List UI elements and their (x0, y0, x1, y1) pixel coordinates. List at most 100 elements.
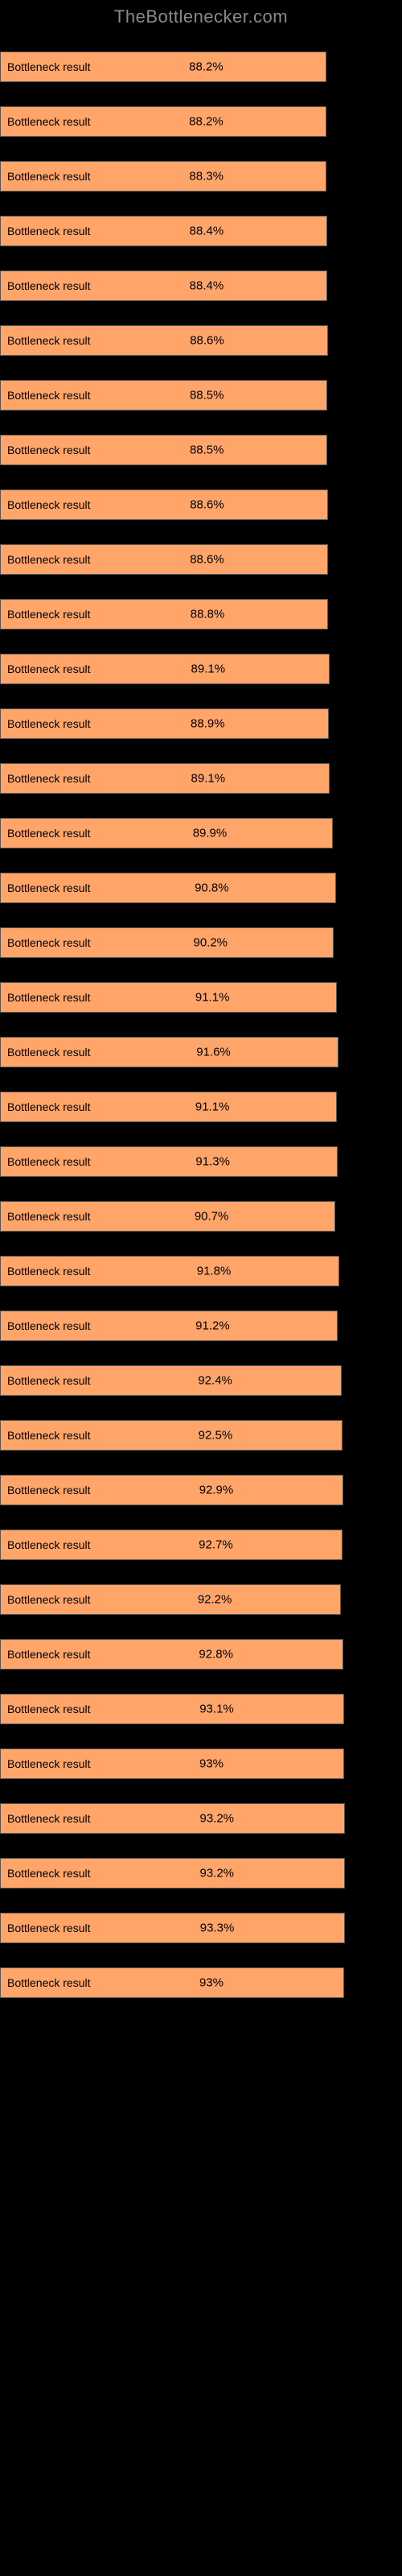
row-spacer (0, 414, 370, 435)
bar-track: Bottleneck result88.6% (0, 325, 370, 356)
row-spacer (0, 961, 370, 982)
bar: Bottleneck result 89.9% (0, 818, 333, 848)
bar-row: Bottleneck result91.2% (0, 1290, 370, 1341)
bar-track: Bottleneck result 90.8% (0, 873, 370, 903)
row-spacer (0, 633, 370, 654)
bar-category-label: Bottleneck result (7, 1210, 91, 1223)
row-spacer (0, 687, 370, 708)
bar-track: Bottleneck result91.2% (0, 1311, 370, 1341)
bar-category-label: Bottleneck result (7, 1593, 91, 1606)
row-spacer (0, 1125, 370, 1146)
row-spacer (0, 1180, 370, 1201)
bar-value-label: 91.8% (197, 1265, 232, 1278)
bar: Bottleneck result93% (0, 1967, 344, 1998)
bar-value-label: 89.1% (191, 772, 226, 786)
bar-track: Bottleneck result88.4% (0, 216, 370, 246)
bar-row: Bottleneck result 90.2% (0, 906, 370, 958)
bar: Bottleneck result88.6% (0, 544, 328, 575)
bar-value-label: 92.8% (199, 1648, 233, 1662)
bar-track: Bottleneck result88.5% (0, 435, 370, 465)
row-spacer (0, 1837, 370, 1858)
bar: Bottleneck result88.6% (0, 325, 328, 356)
bar-category-label: Bottleneck result (7, 1374, 91, 1387)
bar-track: Bottleneck result93% (0, 1967, 370, 1998)
row-spacer (0, 1673, 370, 1694)
bar-category-label: Bottleneck result (7, 498, 91, 511)
bar-track: Bottleneck result 91.8% (0, 1256, 370, 1286)
bar-row: Bottleneck result 92.4% (0, 1344, 370, 1396)
bar-row: Bottleneck result91.6% (0, 1016, 370, 1067)
bar-track: Bottleneck result88.9% (0, 708, 370, 739)
row-spacer (0, 140, 370, 161)
bar-track: Bottleneck result88.2% (0, 52, 370, 82)
row-spacer (0, 250, 370, 270)
bar-row: Bottleneck result 91.8% (0, 1235, 370, 1286)
bar-track: Bottleneck result93.3% (0, 1913, 370, 1943)
bar: Bottleneck result 90.8% (0, 873, 336, 903)
bar-value-label: 91.2% (195, 1319, 230, 1333)
bar: Bottleneck result93.2% (0, 1858, 345, 1889)
bar-row: Bottleneck result93% (0, 1946, 370, 1998)
bar-track: Bottleneck result92.9% (0, 1475, 370, 1505)
bar-chart: Bottleneck result88.2%Bottleneck result8… (0, 31, 402, 1998)
bar-value-label: 89.9% (193, 827, 228, 840)
bar-track: Bottleneck result 92.7% (0, 1530, 370, 1560)
bar-category-label: Bottleneck result (7, 1648, 91, 1661)
bar: Bottleneck result92.5% (0, 1420, 343, 1451)
bar-value-label: 91.1% (195, 1100, 230, 1114)
bar-value-label: 88.8% (191, 608, 225, 621)
row-spacer (0, 1399, 370, 1420)
bar-category-label: Bottleneck result (7, 772, 91, 785)
bar-track: Bottleneck result88.2% (0, 106, 370, 137)
bar-value-label: 88.6% (190, 498, 224, 512)
bar-category-label: Bottleneck result (7, 1538, 91, 1551)
bar-category-label: Bottleneck result (7, 1922, 91, 1934)
bar-track: Bottleneck result 90.2% (0, 927, 370, 958)
bar-track: Bottleneck result 88.4% (0, 270, 370, 301)
bar-value-label: 92.2% (198, 1593, 232, 1607)
bar-value-label: 93% (199, 1976, 224, 1990)
bar-value-label: 90.2% (193, 936, 228, 950)
bar-track: Bottleneck result 88.6% (0, 489, 370, 520)
bar-category-label: Bottleneck result (7, 115, 91, 128)
bar-track: Bottleneck result88.3% (0, 161, 370, 192)
bar-row: Bottleneck result91.1% (0, 961, 370, 1013)
bar-value-label: 93% (199, 1757, 224, 1771)
bar: Bottleneck result91.2% (0, 1311, 338, 1341)
bar-value-label: 88.6% (190, 334, 224, 348)
bar: Bottleneck result92.9% (0, 1475, 343, 1505)
bar: Bottleneck result88.2% (0, 106, 326, 137)
bar-row: Bottleneck result88.5% (0, 414, 370, 465)
bar-track: Bottleneck result 92.2% (0, 1584, 370, 1615)
bar-track: Bottleneck result 88.8% (0, 599, 370, 630)
bar-category-label: Bottleneck result (7, 827, 91, 840)
site-title: TheBottlenecker.com (0, 0, 402, 31)
bar-value-label: 92.7% (199, 1538, 233, 1552)
bar-value-label: 92.4% (198, 1374, 232, 1388)
bar-row: Bottleneck result90.7% (0, 1180, 370, 1232)
bar-category-label: Bottleneck result (7, 991, 91, 1004)
bar-category-label: Bottleneck result (7, 881, 91, 894)
bar: Bottleneck result93.1% (0, 1694, 344, 1724)
bar-category-label: Bottleneck result (7, 936, 91, 949)
bar-row: Bottleneck result91.3% (0, 1125, 370, 1177)
bar-category-label: Bottleneck result (7, 608, 91, 621)
bar-category-label: Bottleneck result (7, 1265, 91, 1278)
bar-value-label: 93.2% (199, 1812, 234, 1826)
bar: Bottleneck result 92.2% (0, 1584, 341, 1615)
row-spacer (0, 1454, 370, 1475)
bar: Bottleneck result88.3% (0, 161, 326, 192)
bar-track: Bottleneck result93.1% (0, 1694, 370, 1724)
bar-category-label: Bottleneck result (7, 1757, 91, 1770)
bar-category-label: Bottleneck result (7, 279, 91, 292)
bar-row: Bottleneck result92.5% (0, 1399, 370, 1451)
bar-value-label: 88.6% (190, 553, 224, 567)
bar-value-label: 90.8% (195, 881, 229, 895)
bar-value-label: 88.4% (190, 279, 224, 293)
bar-track: Bottleneck result92.5% (0, 1420, 370, 1451)
bar-category-label: Bottleneck result (7, 1046, 91, 1059)
row-spacer (0, 1563, 370, 1584)
bar-category-label: Bottleneck result (7, 225, 91, 237)
bar-category-label: Bottleneck result (7, 60, 91, 73)
row-spacer (0, 742, 370, 763)
